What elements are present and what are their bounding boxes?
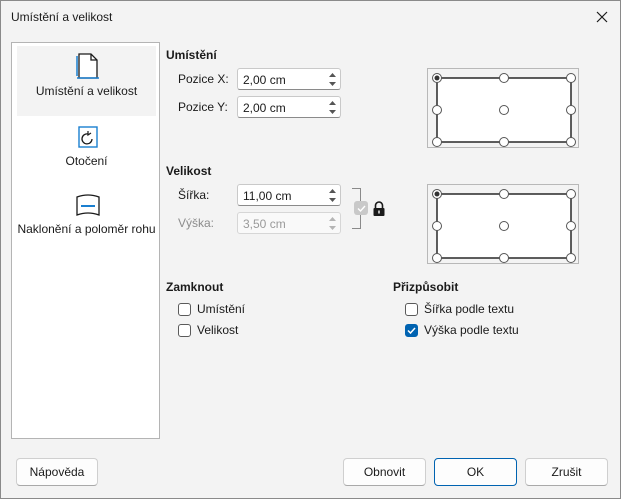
lock-position-checkbox[interactable]: Umístění: [178, 301, 245, 317]
height-decrement[interactable]: [325, 223, 339, 232]
size-anchor-grid[interactable]: [427, 184, 579, 264]
position-y-spinbox[interactable]: 2,00 cm: [237, 96, 341, 118]
fit-width-checkbox[interactable]: Šířka podle textu: [405, 301, 514, 317]
anchor-point[interactable]: [566, 189, 576, 199]
anchor-point[interactable]: [432, 221, 442, 231]
anchor-grid-graphic: [432, 189, 576, 263]
fit-width-label: Šířka podle textu: [424, 302, 515, 316]
position-y-label: Pozice Y:: [178, 100, 228, 114]
reset-button[interactable]: Obnovit: [343, 458, 426, 486]
sidebar-item-rotation[interactable]: Otočení: [17, 116, 156, 186]
close-button[interactable]: [588, 3, 616, 31]
anchor-point[interactable]: [499, 73, 509, 83]
size-group-title: Velikost: [166, 164, 212, 178]
width-spinbox[interactable]: 11,00 cm: [237, 184, 341, 206]
position-x-value: 2,00 cm: [243, 73, 286, 87]
position-group-title: Umístění: [166, 48, 217, 62]
width-increment[interactable]: [325, 186, 339, 195]
anchor-point[interactable]: [499, 253, 509, 263]
anchor-point[interactable]: [566, 73, 576, 83]
lock-size-checkbox[interactable]: Velikost: [178, 322, 238, 338]
chevron-down-icon: [328, 225, 336, 230]
checkbox-box[interactable]: [178, 302, 191, 316]
title-bar: Umístění a velikost: [1, 1, 620, 33]
anchor-point[interactable]: [432, 105, 442, 115]
position-y-decrement[interactable]: [325, 107, 339, 116]
anchor-point[interactable]: [499, 221, 509, 231]
anchor-point[interactable]: [566, 221, 576, 231]
anchor-selected-dot: [434, 191, 440, 197]
sidebar-item-label: Umístění a velikost: [35, 84, 138, 98]
fit-group-title: Přizpůsobit: [393, 280, 459, 294]
chevron-up-icon: [328, 188, 336, 193]
position-x-label: Pozice X:: [178, 72, 229, 86]
sidebar-item-label: Naklonění a poloměr rohu: [17, 222, 156, 236]
height-spinbox[interactable]: 3,50 cm: [237, 212, 341, 234]
width-decrement[interactable]: [325, 195, 339, 204]
position-y-increment[interactable]: [325, 98, 339, 107]
fit-height-label: Výška podle textu: [424, 323, 519, 337]
checkmark-icon: [407, 326, 416, 334]
rotate-icon: [78, 126, 98, 148]
slant-icon: [76, 194, 100, 216]
ok-button[interactable]: OK: [434, 458, 517, 486]
lock-group-title: Zamknout: [166, 280, 224, 294]
chevron-up-icon: [328, 72, 336, 77]
anchor-point[interactable]: [432, 137, 442, 147]
anchor-selected-dot: [434, 75, 440, 81]
width-label: Šířka:: [178, 188, 210, 202]
position-x-increment[interactable]: [325, 70, 339, 79]
anchor-point[interactable]: [566, 253, 576, 263]
keep-ratio-checkbox[interactable]: [354, 201, 368, 215]
anchor-grid-graphic: [432, 73, 576, 147]
sidebar-item-slant[interactable]: Naklonění a poloměr rohu: [17, 186, 156, 256]
sidebar-item-position-size[interactable]: Umístění a velikost: [17, 46, 156, 116]
checkbox-box[interactable]: [178, 323, 191, 337]
height-value: 3,50 cm: [243, 217, 286, 231]
chevron-up-icon: [328, 216, 336, 221]
page-icon: [76, 53, 99, 79]
dialog-window: Umístění a velikost Umístění a velikost …: [0, 0, 621, 499]
anchor-point[interactable]: [499, 137, 509, 147]
position-y-value: 2,00 cm: [243, 101, 286, 115]
position-x-spinbox[interactable]: 2,00 cm: [237, 68, 341, 90]
fit-height-checkbox[interactable]: Výška podle textu: [405, 322, 519, 338]
chevron-down-icon: [328, 109, 336, 114]
chevron-up-icon: [328, 100, 336, 105]
anchor-point[interactable]: [499, 189, 509, 199]
height-increment[interactable]: [325, 214, 339, 223]
lock-icon: [373, 201, 385, 216]
help-button[interactable]: Nápověda: [16, 458, 98, 486]
anchor-point[interactable]: [432, 253, 442, 263]
dialog-title: Umístění a velikost: [11, 10, 113, 24]
anchor-point[interactable]: [499, 105, 509, 115]
lock-size-label: Velikost: [197, 323, 239, 337]
close-icon: [596, 11, 608, 23]
height-label: Výška:: [178, 216, 215, 230]
cancel-button[interactable]: Zrušit: [525, 458, 608, 486]
checkmark-icon: [357, 205, 366, 212]
sidebar-item-label: Otočení: [65, 154, 108, 168]
checkbox-box[interactable]: [405, 323, 418, 337]
checkbox-box[interactable]: [405, 302, 418, 316]
position-anchor-grid[interactable]: [427, 68, 579, 148]
width-value: 11,00 cm: [243, 189, 292, 203]
chevron-down-icon: [328, 197, 336, 202]
lock-position-label: Umístění: [197, 302, 246, 316]
anchor-point[interactable]: [566, 137, 576, 147]
chevron-down-icon: [328, 81, 336, 86]
anchor-point[interactable]: [566, 105, 576, 115]
position-x-decrement[interactable]: [325, 79, 339, 88]
sidebar: Umístění a velikost Otočení Naklonění a …: [11, 42, 160, 439]
